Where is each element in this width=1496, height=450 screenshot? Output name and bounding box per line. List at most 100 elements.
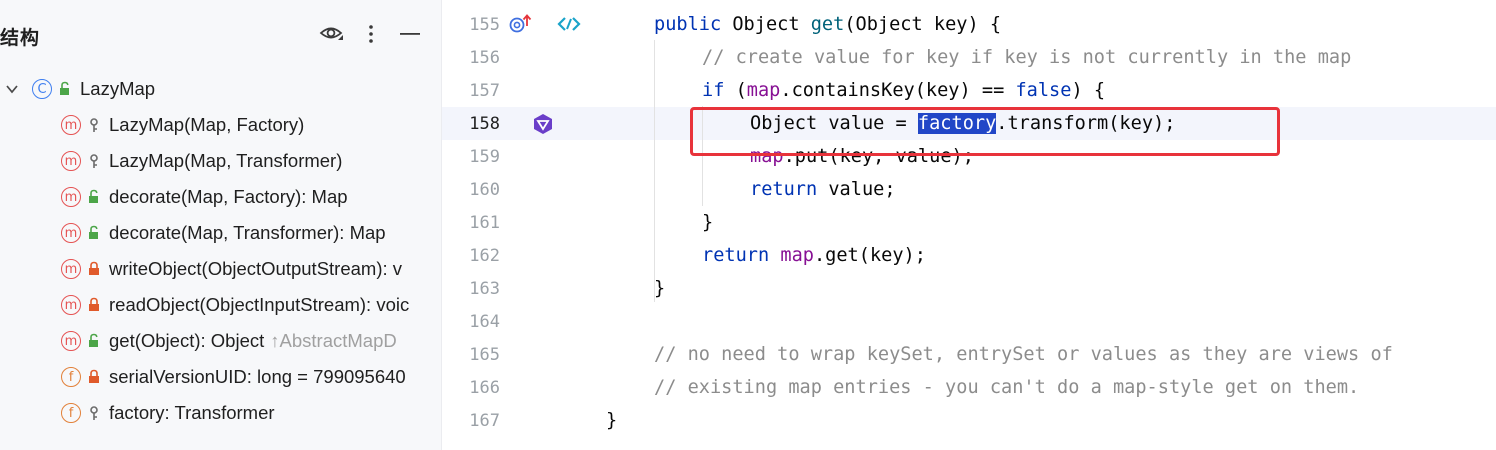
- public-visibility-icon: [58, 80, 72, 98]
- code-line-166[interactable]: // existing map entries - you can't do a…: [654, 371, 1359, 404]
- code-token: .get(key);: [813, 245, 926, 266]
- minimize-icon: [400, 33, 420, 35]
- line-number-current: 158: [469, 114, 500, 134]
- inherited-from-label: ↑AbstractMapD: [270, 330, 397, 351]
- field-icon: f: [61, 367, 81, 387]
- comment-token: // no need to wrap keySet, entrySet or v…: [654, 344, 1393, 365]
- annotation-highlight-box: [690, 107, 1280, 156]
- line-number: 161: [469, 213, 500, 233]
- code-line-165[interactable]: // no need to wrap keySet, entrySet or v…: [654, 338, 1393, 371]
- private-visibility-icon: [87, 296, 101, 314]
- code-line-155[interactable]: public Object get(Object key) {: [654, 8, 1001, 41]
- tree-item-method[interactable]: m get(Object): Object ↑AbstractMapD: [61, 323, 397, 359]
- structure-panel-header: 结构: [0, 14, 441, 54]
- code-token: Object: [721, 14, 811, 35]
- line-number: 166: [469, 378, 500, 398]
- tree-item-field[interactable]: f factory: Transformer: [61, 395, 275, 431]
- lambda-link-icon[interactable]: [556, 12, 582, 36]
- keyword-token: return: [750, 179, 818, 200]
- code-line-160[interactable]: return value;: [750, 173, 896, 206]
- override-up-icon[interactable]: [508, 12, 534, 36]
- chevron-down-icon[interactable]: [4, 81, 20, 97]
- tree-item-label: writeObject(ObjectOutputStream): v: [109, 258, 403, 279]
- code-line-156[interactable]: // create value for key if key is not cu…: [702, 41, 1351, 74]
- keyword-token: if: [702, 80, 725, 101]
- tree-item-method[interactable]: m writeObject(ObjectOutputStream): v: [61, 251, 402, 287]
- comment-token: // create value for key if key is not cu…: [702, 47, 1352, 68]
- previous-tab-remnant: [0, 0, 441, 6]
- method-icon: m: [61, 295, 81, 315]
- tree-item-label: decorate(Map, Transformer): Map: [109, 222, 386, 243]
- class-icon: C: [32, 79, 52, 99]
- method-icon: m: [61, 187, 81, 207]
- protected-visibility-icon: [87, 404, 101, 422]
- structure-panel: 结构 C LazyMap m LazyMap(Map, Factory) m L…: [0, 0, 442, 450]
- minimize-button[interactable]: [398, 22, 422, 46]
- comment-token: // existing map entries - you can't do a…: [654, 377, 1360, 398]
- eye-icon: [319, 27, 343, 40]
- field-token: map: [746, 80, 781, 101]
- code-token: ) {: [1071, 80, 1106, 101]
- line-number: 165: [469, 345, 500, 365]
- line-number: 167: [469, 411, 500, 431]
- code-token: }: [702, 212, 714, 233]
- protected-visibility-icon: [87, 152, 101, 170]
- line-number: 163: [469, 279, 500, 299]
- code-line-162[interactable]: return map.get(key);: [702, 239, 926, 272]
- line-number: 157: [469, 81, 500, 101]
- code-line-157[interactable]: if (map.containsKey(key) == false) {: [702, 74, 1105, 107]
- tree-item-field[interactable]: f serialVersionUID: long = 799095640: [61, 359, 406, 395]
- line-number: 162: [469, 246, 500, 266]
- indent-guide: [654, 40, 655, 302]
- keyword-token: return: [702, 245, 770, 266]
- method-icon: m: [61, 115, 81, 135]
- line-number: 155: [469, 15, 500, 35]
- tree-item-method[interactable]: m decorate(Map, Factory): Map: [61, 179, 348, 215]
- panel-title: 结构: [0, 28, 41, 49]
- line-number: 159: [469, 147, 500, 167]
- field-icon: f: [61, 403, 81, 423]
- code-token: }: [654, 278, 666, 299]
- code-token: .containsKey(key) ==: [780, 80, 1016, 101]
- tree-item-label: LazyMap(Map, Factory): [109, 114, 305, 135]
- public-visibility-icon: [87, 188, 101, 206]
- method-icon: m: [61, 151, 81, 171]
- code-token: (Object key) {: [844, 14, 1002, 35]
- private-visibility-icon: [87, 368, 101, 386]
- tree-item-label: get(Object): Object: [109, 330, 265, 351]
- tree-item-label: serialVersionUID: long = 799095640: [109, 366, 406, 387]
- method-icon: m: [61, 223, 81, 243]
- keyword-token: false: [1015, 80, 1072, 101]
- tree-item-label: LazyMap(Map, Transformer): [109, 150, 343, 171]
- more-options-button[interactable]: [362, 22, 380, 46]
- tree-item-label: decorate(Map, Factory): Map: [109, 186, 348, 207]
- line-number: 160: [469, 180, 500, 200]
- tree-item-method[interactable]: m readObject(ObjectInputStream): voic: [61, 287, 409, 323]
- code-editor[interactable]: 155 156 157 158 159 160 161 162 163 164 …: [442, 0, 1496, 450]
- tree-item-label: LazyMap: [80, 78, 156, 99]
- code-line-163[interactable]: }: [654, 272, 665, 305]
- method-icon: m: [61, 331, 81, 351]
- tree-item-class-lazymap[interactable]: C LazyMap: [4, 71, 155, 107]
- method-icon: m: [61, 259, 81, 279]
- tree-item-method[interactable]: m LazyMap(Map, Factory): [61, 107, 304, 143]
- tree-item-method[interactable]: m LazyMap(Map, Transformer): [61, 143, 342, 179]
- code-token: (: [724, 80, 747, 101]
- line-number: 156: [469, 48, 500, 68]
- public-visibility-icon: [87, 224, 101, 242]
- more-vertical-icon: [369, 25, 373, 43]
- method-name-token: get: [810, 14, 845, 35]
- tree-item-label: factory: Transformer: [109, 402, 275, 423]
- tree-item-method[interactable]: m decorate(Map, Transformer): Map: [61, 215, 386, 251]
- code-line-167[interactable]: }: [606, 404, 617, 437]
- line-number: 164: [469, 312, 500, 332]
- private-visibility-icon: [87, 260, 101, 278]
- public-visibility-icon: [87, 332, 101, 350]
- keyword-token: public: [654, 14, 722, 35]
- tree-item-label: readObject(ObjectInputStream): voic: [109, 294, 410, 315]
- view-options-button[interactable]: [318, 22, 346, 46]
- protected-visibility-icon: [87, 116, 101, 134]
- code-line-161[interactable]: }: [702, 206, 713, 239]
- debug-marker-icon[interactable]: [530, 111, 556, 137]
